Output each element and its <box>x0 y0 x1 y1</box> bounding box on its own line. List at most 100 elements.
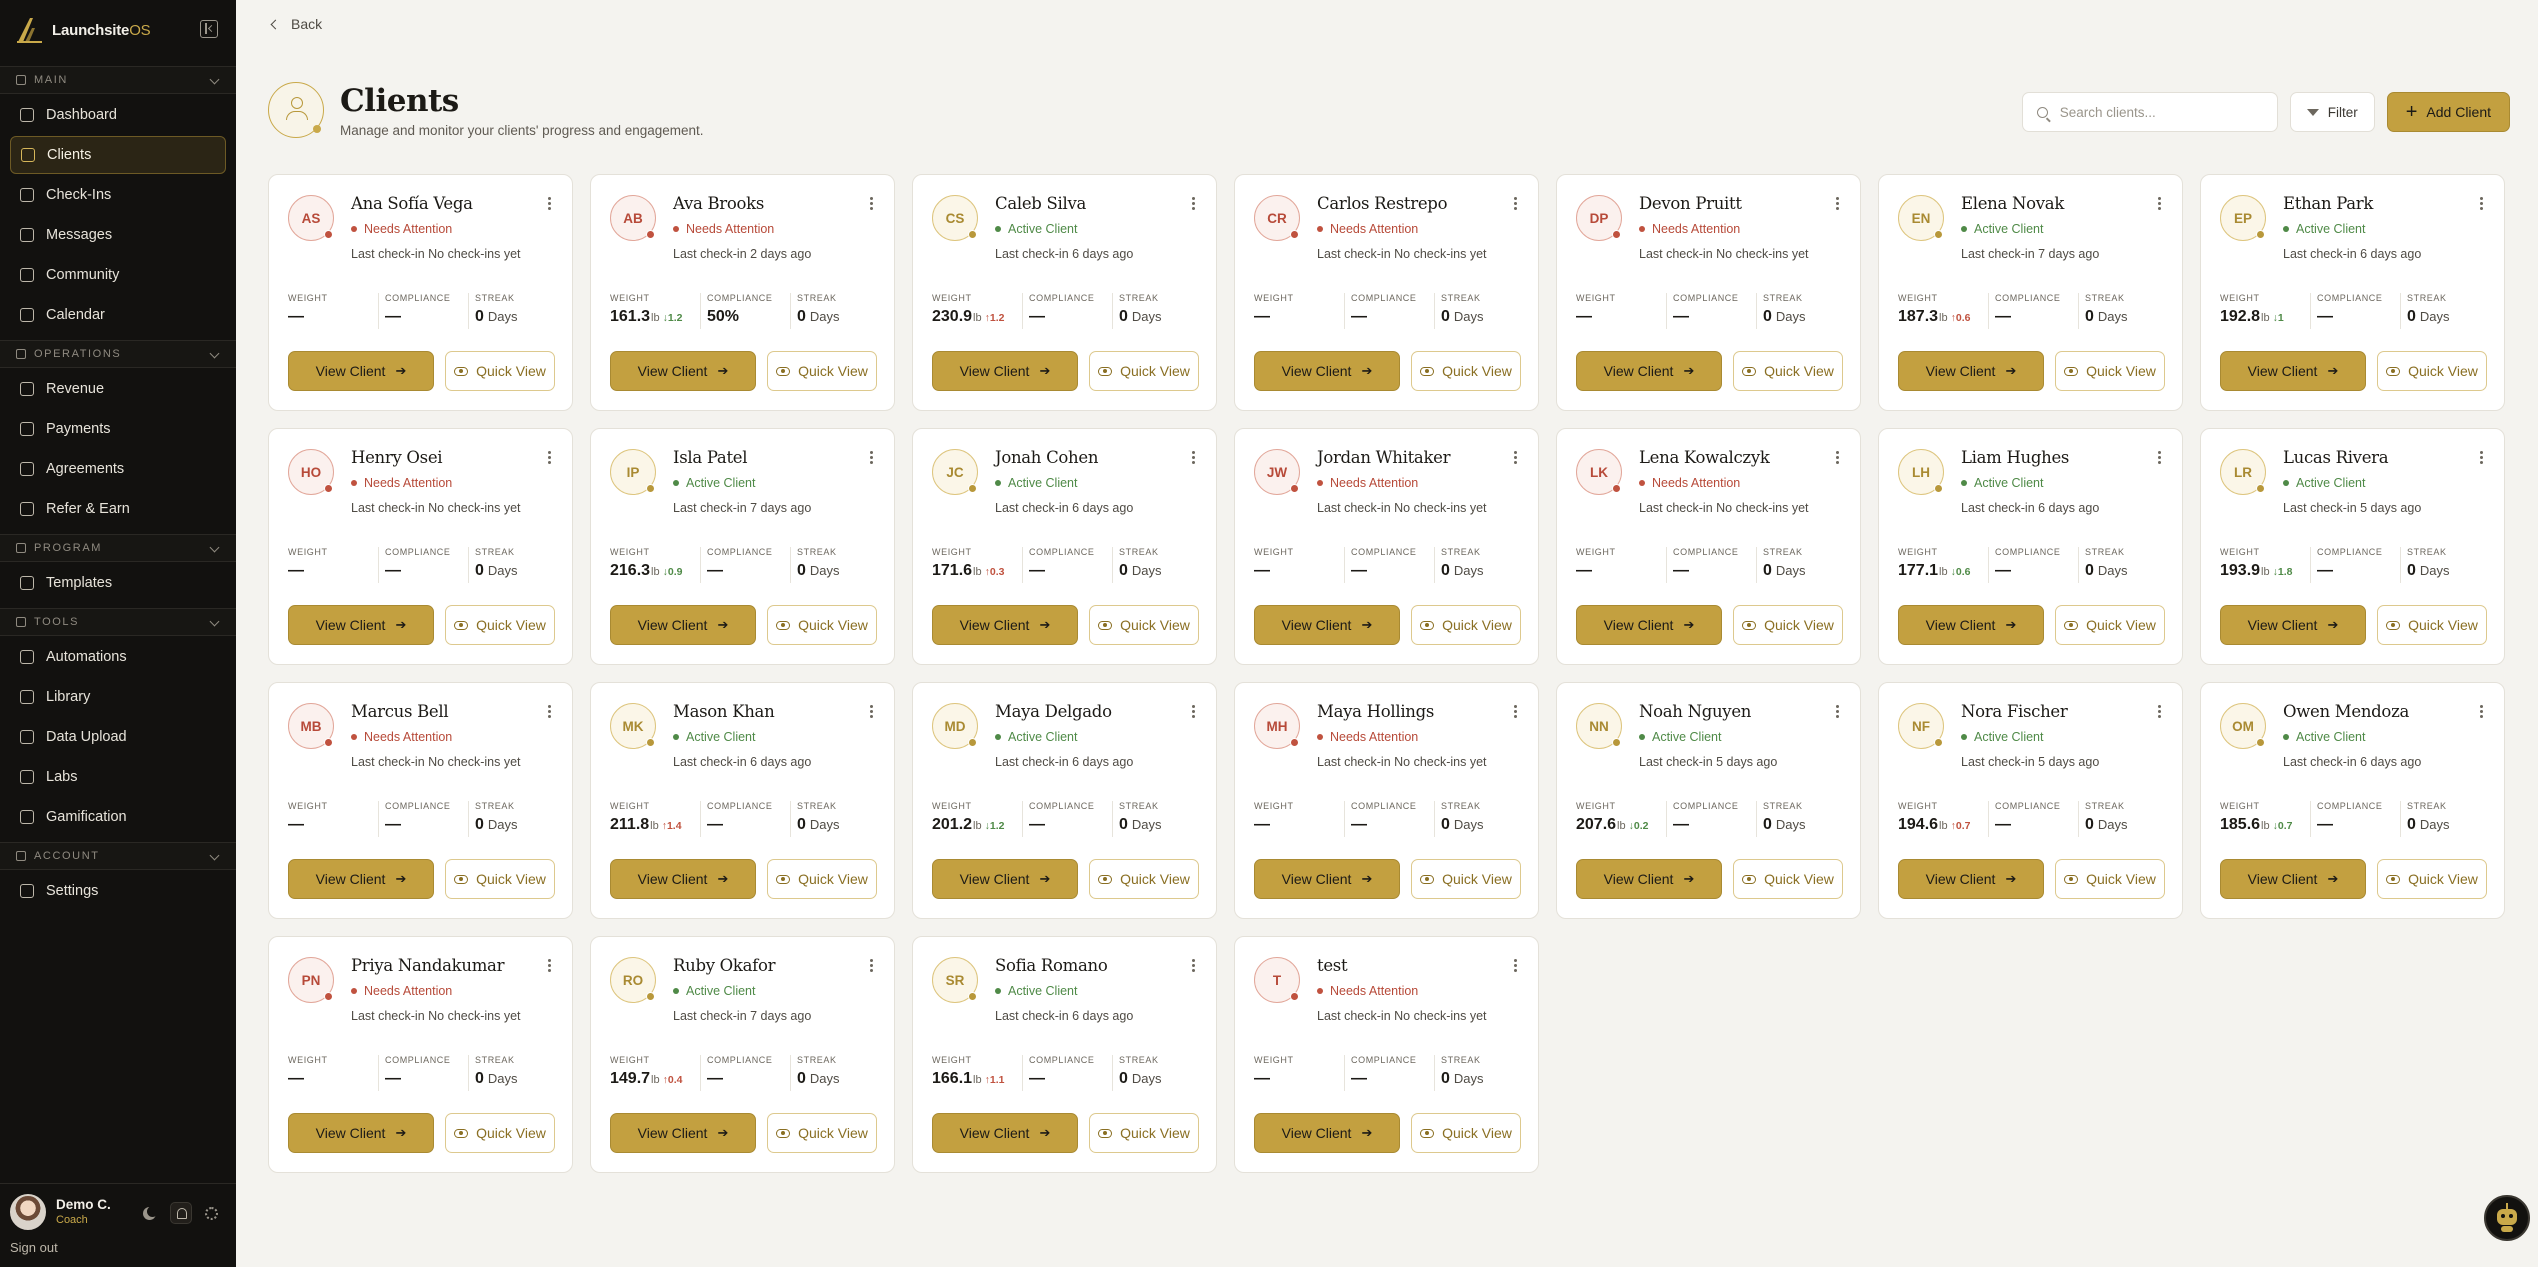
quick-view-button[interactable]: Quick View <box>445 859 555 899</box>
client-name[interactable]: test <box>1317 956 1348 975</box>
client-avatar[interactable]: MK <box>610 703 656 749</box>
view-client-button[interactable]: View Client ➔ <box>610 859 756 899</box>
client-card[interactable]: DP Devon Pruitt Needs Attention Last check-… <box>1556 174 1861 411</box>
client-card[interactable]: PN Priya Nandakumar Needs Attention Last ch… <box>268 936 573 1173</box>
quick-view-button[interactable]: Quick View <box>1733 351 1843 391</box>
quick-view-button[interactable]: Quick View <box>2055 859 2165 899</box>
client-name[interactable]: Devon Pruitt <box>1639 194 1742 213</box>
view-client-button[interactable]: View Client ➔ <box>1898 351 2044 391</box>
client-name[interactable]: Maya Delgado <box>995 702 1112 721</box>
more-menu-icon[interactable] <box>868 705 874 721</box>
client-name[interactable]: Carlos Restrepo <box>1317 194 1448 213</box>
client-name[interactable]: Noah Nguyen <box>1639 702 1751 721</box>
quick-view-button[interactable]: Quick View <box>445 351 555 391</box>
client-avatar[interactable]: JC <box>932 449 978 495</box>
more-menu-icon[interactable] <box>868 197 874 213</box>
client-name[interactable]: Ruby Okafor <box>673 956 775 975</box>
view-client-button[interactable]: View Client ➔ <box>1576 859 1722 899</box>
quick-view-button[interactable]: Quick View <box>2377 351 2487 391</box>
quick-view-button[interactable]: Quick View <box>445 605 555 645</box>
more-menu-icon[interactable] <box>546 451 552 467</box>
quick-view-button[interactable]: Quick View <box>1733 605 1843 645</box>
more-menu-icon[interactable] <box>1190 705 1196 721</box>
more-menu-icon[interactable] <box>546 959 552 975</box>
quick-view-button[interactable]: Quick View <box>1411 351 1521 391</box>
more-menu-icon[interactable] <box>1512 197 1518 213</box>
client-avatar[interactable]: EP <box>2220 195 2266 241</box>
view-client-button[interactable]: View Client ➔ <box>932 605 1078 645</box>
client-name[interactable]: Priya Nandakumar <box>351 956 504 975</box>
client-avatar[interactable]: MH <box>1254 703 1300 749</box>
quick-view-button[interactable]: Quick View <box>2377 605 2487 645</box>
view-client-button[interactable]: View Client ➔ <box>932 859 1078 899</box>
sidebar-item-library[interactable]: Library <box>10 678 226 716</box>
client-name[interactable]: Henry Osei <box>351 448 443 467</box>
sign-out-link[interactable]: Sign out <box>10 1240 58 1255</box>
client-avatar[interactable]: AB <box>610 195 656 241</box>
section-header[interactable]: ACCOUNT <box>0 842 236 870</box>
view-client-button[interactable]: View Client ➔ <box>610 605 756 645</box>
client-avatar[interactable]: IP <box>610 449 656 495</box>
view-client-button[interactable]: View Client ➔ <box>932 1113 1078 1153</box>
client-avatar[interactable]: CR <box>1254 195 1300 241</box>
section-header[interactable]: TOOLS <box>0 608 236 636</box>
client-name[interactable]: Jordan Whitaker <box>1317 448 1451 467</box>
quick-view-button[interactable]: Quick View <box>1089 859 1199 899</box>
quick-view-button[interactable]: Quick View <box>1411 859 1521 899</box>
client-card[interactable]: RO Ruby Okafor Active Client Last check-in … <box>590 936 895 1173</box>
more-menu-icon[interactable] <box>1512 705 1518 721</box>
client-avatar[interactable]: DP <box>1576 195 1622 241</box>
view-client-button[interactable]: View Client ➔ <box>1898 859 2044 899</box>
client-card[interactable]: LK Lena Kowalczyk Needs Attention Last chec… <box>1556 428 1861 665</box>
client-avatar[interactable]: RO <box>610 957 656 1003</box>
sidebar-item-refer-earn[interactable]: Refer & Earn <box>10 490 226 528</box>
view-client-button[interactable]: View Client ➔ <box>610 1113 756 1153</box>
more-menu-icon[interactable] <box>2478 197 2484 213</box>
client-card[interactable]: MK Mason Khan Active Client Last check-in 6… <box>590 682 895 919</box>
more-menu-icon[interactable] <box>2156 705 2162 721</box>
quick-view-button[interactable]: Quick View <box>2055 605 2165 645</box>
client-card[interactable]: SR Sofia Romano Active Client Last check-in… <box>912 936 1217 1173</box>
more-menu-icon[interactable] <box>868 959 874 975</box>
client-card[interactable]: IP Isla Patel Active Client Last check-in 7… <box>590 428 895 665</box>
quick-view-button[interactable]: Quick View <box>767 859 877 899</box>
view-client-button[interactable]: View Client ➔ <box>288 351 434 391</box>
settings-gear-icon[interactable] <box>200 1202 222 1224</box>
more-menu-icon[interactable] <box>2478 451 2484 467</box>
client-card[interactable]: JW Jordan Whitaker Needs Attention Last che… <box>1234 428 1539 665</box>
view-client-button[interactable]: View Client ➔ <box>2220 351 2366 391</box>
sidebar-item-data-upload[interactable]: Data Upload <box>10 718 226 756</box>
client-card[interactable]: CR Carlos Restrepo Needs Attention Last che… <box>1234 174 1539 411</box>
quick-view-button[interactable]: Quick View <box>2377 859 2487 899</box>
more-menu-icon[interactable] <box>2156 197 2162 213</box>
client-card[interactable]: Ttest Needs Attention Last check-in No che… <box>1234 936 1539 1173</box>
client-name[interactable]: Elena Novak <box>1961 194 2064 213</box>
client-name[interactable]: Mason Khan <box>673 702 775 721</box>
more-menu-icon[interactable] <box>1834 451 1840 467</box>
ai-assistant-icon[interactable] <box>2484 1195 2530 1241</box>
more-menu-icon[interactable] <box>546 705 552 721</box>
view-client-button[interactable]: View Client ➔ <box>1576 351 1722 391</box>
quick-view-button[interactable]: Quick View <box>767 605 877 645</box>
client-avatar[interactable]: LR <box>2220 449 2266 495</box>
sidebar-item-messages[interactable]: Messages <box>10 216 226 254</box>
client-card[interactable]: CS Caleb Silva Active Client Last check-in … <box>912 174 1217 411</box>
view-client-button[interactable]: View Client ➔ <box>932 351 1078 391</box>
client-name[interactable]: Isla Patel <box>673 448 748 467</box>
view-client-button[interactable]: View Client ➔ <box>1254 859 1400 899</box>
quick-view-button[interactable]: Quick View <box>1733 859 1843 899</box>
more-menu-icon[interactable] <box>1190 959 1196 975</box>
quick-view-button[interactable]: Quick View <box>767 351 877 391</box>
sidebar-item-labs[interactable]: Labs <box>10 758 226 796</box>
back-link[interactable]: Back <box>270 16 322 32</box>
sidebar-item-settings[interactable]: Settings <box>10 872 226 910</box>
client-name[interactable]: Ava Brooks <box>673 194 764 213</box>
quick-view-button[interactable]: Quick View <box>1089 351 1199 391</box>
more-menu-icon[interactable] <box>1190 451 1196 467</box>
sidebar-item-revenue[interactable]: Revenue <box>10 370 226 408</box>
client-card[interactable]: AB Ava Brooks Needs Attention Last check-in… <box>590 174 895 411</box>
avatar[interactable] <box>10 1193 46 1230</box>
view-client-button[interactable]: View Client ➔ <box>1898 605 2044 645</box>
sidebar-item-clients[interactable]: Clients <box>10 136 226 174</box>
collapse-sidebar-icon[interactable] <box>200 20 218 38</box>
